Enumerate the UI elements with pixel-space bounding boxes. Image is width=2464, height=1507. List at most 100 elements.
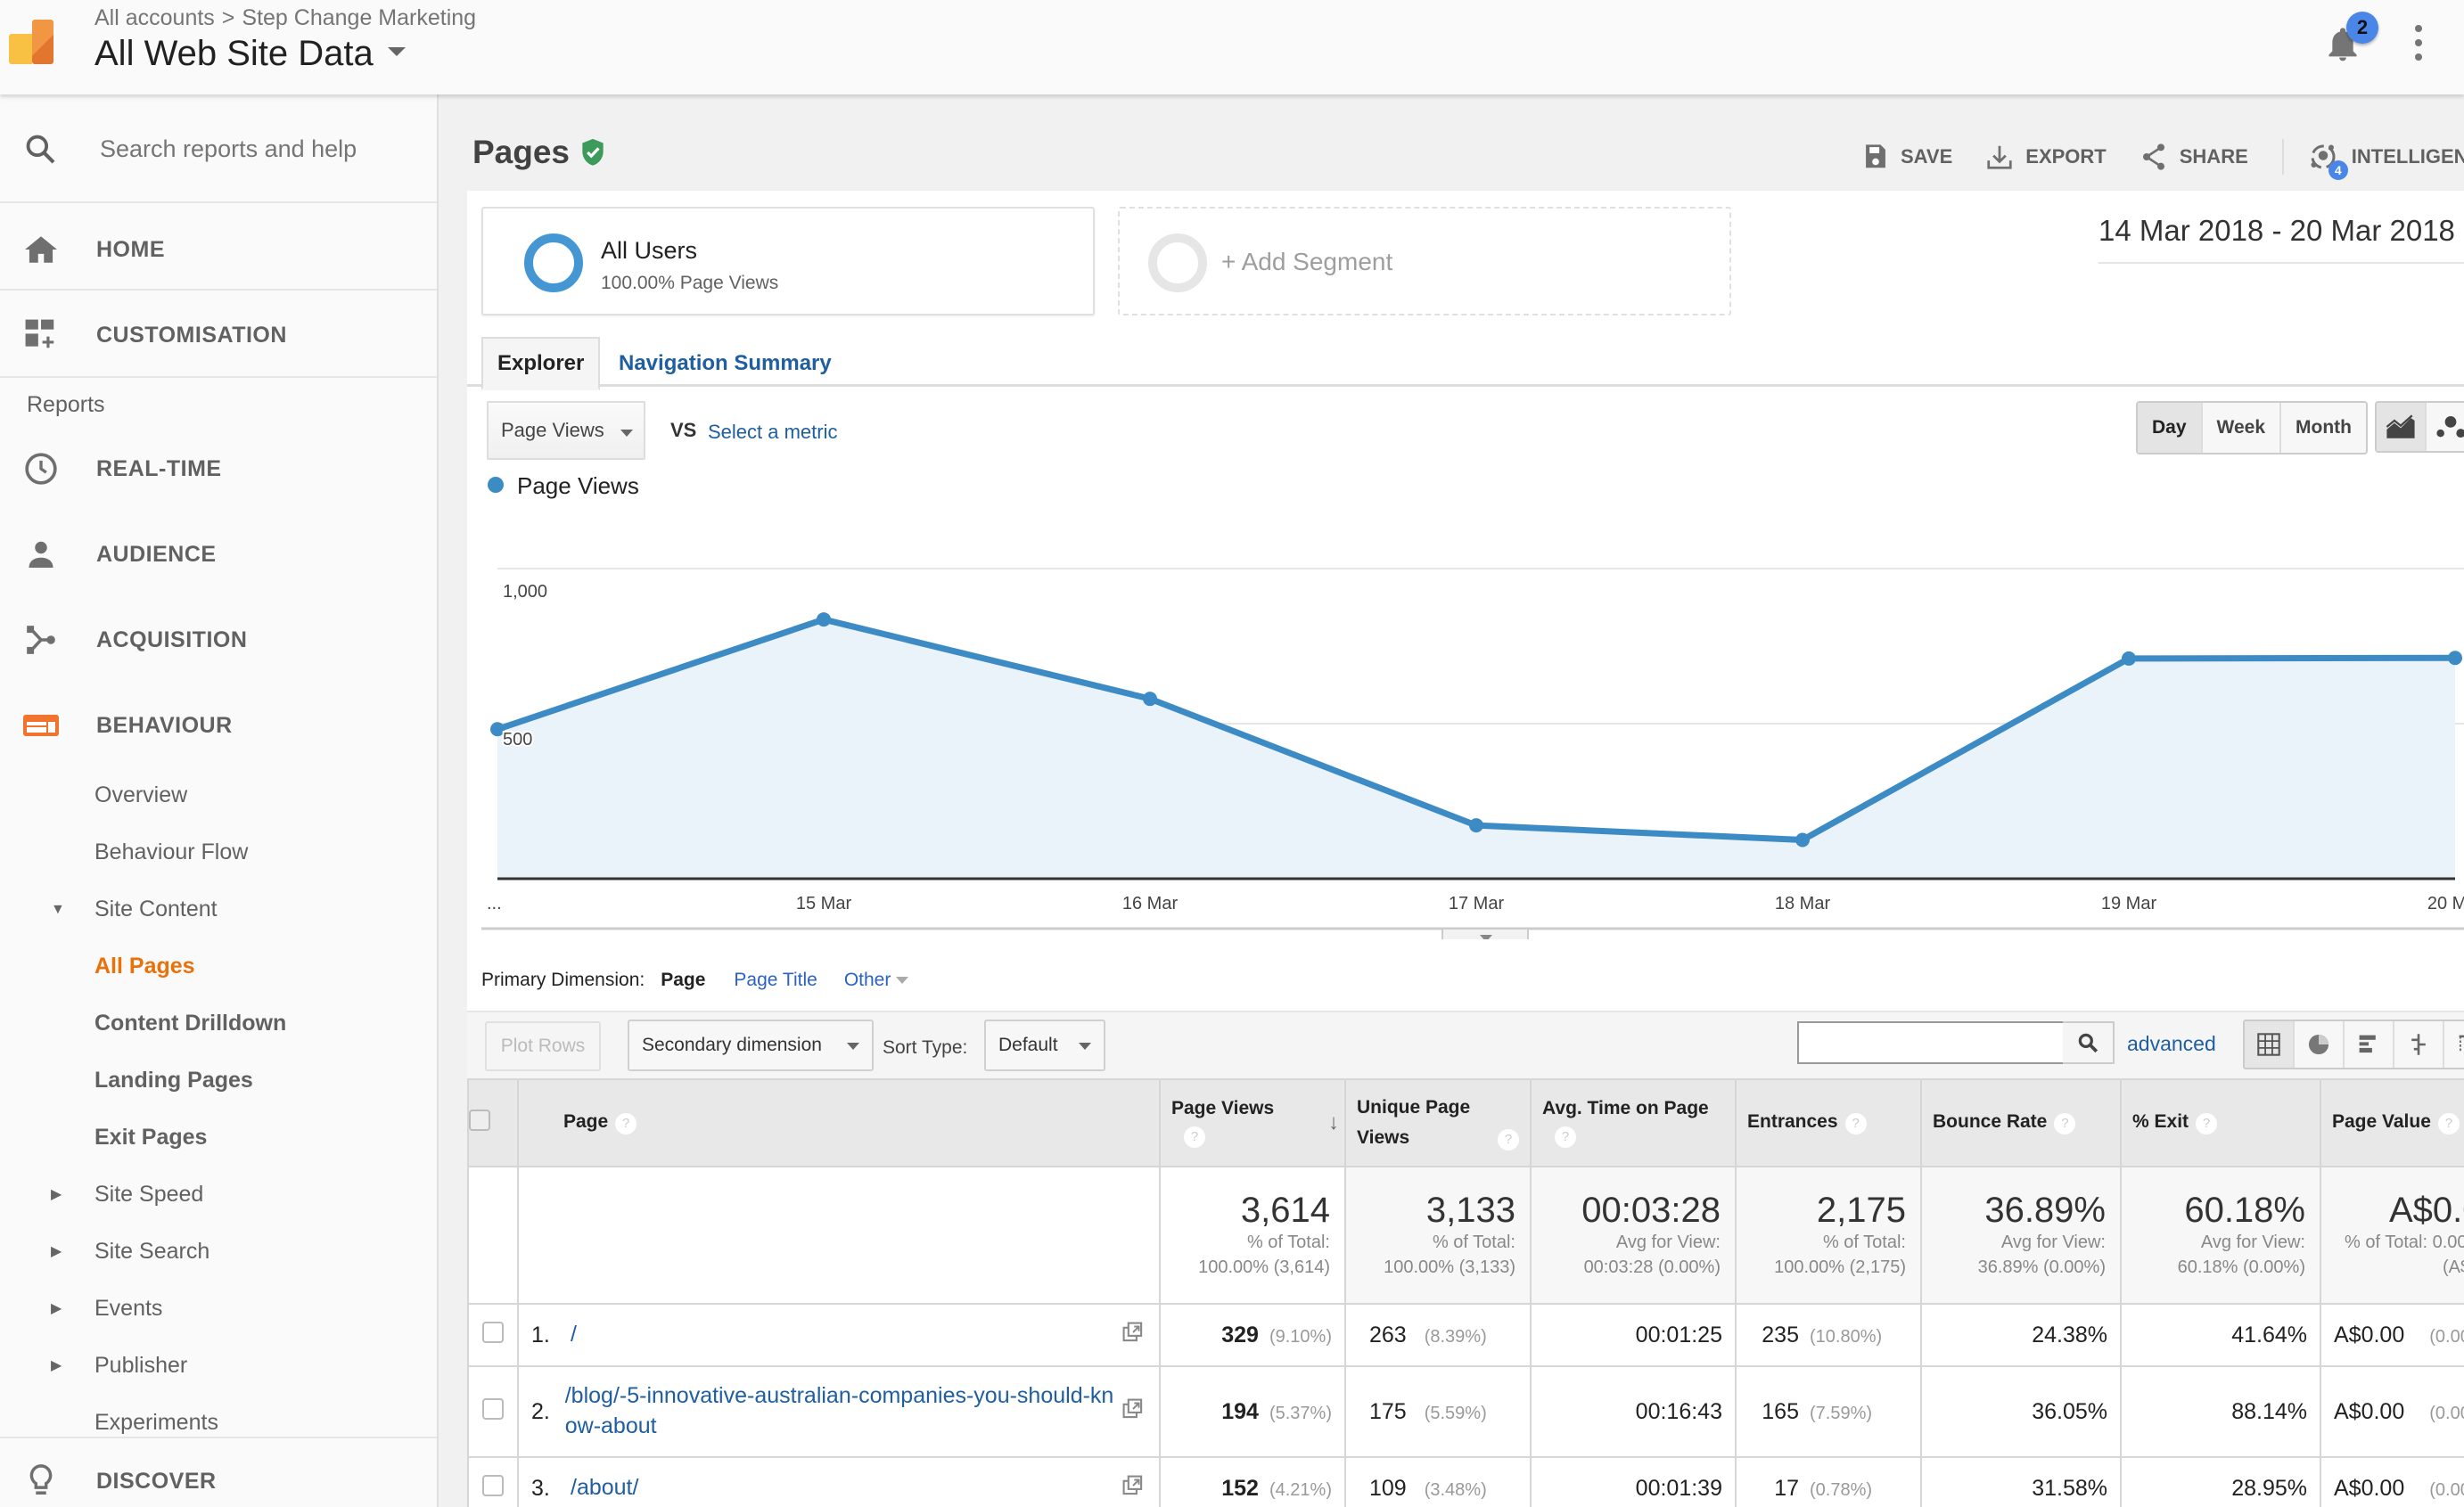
row-checkbox[interactable] bbox=[482, 1321, 504, 1343]
table-search-button[interactable] bbox=[2063, 1021, 2115, 1064]
sort-type-select[interactable]: Default bbox=[984, 1020, 1105, 1071]
table-search-input[interactable] bbox=[1797, 1021, 2084, 1064]
metric-select[interactable]: Page Views bbox=[487, 401, 645, 460]
bounce-rate-cell: 31.58% bbox=[1920, 1456, 2122, 1507]
row-checkbox[interactable] bbox=[482, 1397, 504, 1420]
dimension-page[interactable]: Page bbox=[661, 970, 705, 991]
motion-chart-icon[interactable] bbox=[2427, 403, 2464, 451]
caret-right-icon[interactable]: ▶ bbox=[51, 1185, 62, 1203]
sidebar-item-home[interactable]: HOME bbox=[0, 219, 437, 280]
page-link[interactable]: /blog/-5-innovative-australian-companies… bbox=[565, 1381, 1114, 1442]
page-link[interactable]: / bbox=[571, 1320, 577, 1350]
help-icon[interactable]: ? bbox=[1555, 1126, 1576, 1148]
day-button[interactable]: Day bbox=[2138, 403, 2203, 453]
page-views-value: 329 bbox=[1221, 1322, 1259, 1347]
column-header-bounce-rate[interactable]: Bounce Rate? bbox=[1920, 1078, 2122, 1167]
sidebar-item-overview[interactable]: Overview bbox=[94, 782, 187, 808]
help-icon[interactable]: ? bbox=[615, 1113, 637, 1134]
add-segment-button[interactable]: + Add Segment bbox=[1118, 207, 1731, 315]
plot-rows-button[interactable]: Plot Rows bbox=[485, 1021, 601, 1071]
chart-svg: Page Views 500 1,000... 15 Mar 16 Mar 17 Mar 1… bbox=[481, 476, 2464, 939]
caret-down-icon[interactable]: ▼ bbox=[51, 902, 65, 918]
help-icon[interactable]: ? bbox=[2054, 1113, 2076, 1134]
save-button[interactable]: SAVE bbox=[1863, 143, 1952, 170]
sidebar-item-publisher[interactable]: Publisher bbox=[94, 1353, 187, 1379]
y-tick-label: 500 bbox=[503, 730, 532, 749]
help-icon[interactable]: ? bbox=[1844, 1113, 1867, 1134]
caret-right-icon[interactable]: ▶ bbox=[51, 1242, 62, 1260]
sidebar-item-site-speed[interactable]: Site Speed bbox=[94, 1182, 203, 1208]
performance-view-icon[interactable] bbox=[2345, 1021, 2394, 1068]
export-button[interactable]: EXPORT bbox=[1986, 143, 2107, 170]
sidebar-item-customisation[interactable]: CUSTOMISATION bbox=[0, 305, 437, 365]
data-point-15-mar bbox=[817, 612, 831, 627]
sidebar-item-content-drilldown[interactable]: Content Drilldown bbox=[94, 1011, 286, 1036]
help-icon[interactable]: ? bbox=[2437, 1113, 2460, 1134]
view-selector[interactable]: All Web Site Data bbox=[94, 34, 406, 74]
intelligence-button[interactable]: 4 INTELLIGENCE bbox=[2307, 141, 2464, 180]
sidebar-item-exit-pages[interactable]: Exit Pages bbox=[94, 1125, 207, 1151]
column-header-unique-page-views[interactable]: Unique Page Views? bbox=[1344, 1078, 1532, 1167]
report-content: All Users 100.00% Page Views + Add Segme… bbox=[467, 191, 2464, 1507]
column-header-exit[interactable]: % Exit? bbox=[2120, 1078, 2321, 1167]
column-header-avg-time[interactable]: Avg. Time on Page? bbox=[1530, 1078, 1737, 1167]
bounce-value: 24.38% bbox=[2032, 1322, 2107, 1347]
sidebar-item-events[interactable]: Events bbox=[94, 1296, 162, 1322]
column-header-page-views[interactable]: Page Views? ↓ bbox=[1159, 1078, 1346, 1167]
dimension-page-title[interactable]: Page Title bbox=[734, 970, 817, 991]
column-label: Avg. Time on Page bbox=[1542, 1098, 1709, 1118]
caret-right-icon[interactable]: ▶ bbox=[51, 1356, 62, 1374]
month-button[interactable]: Month bbox=[2281, 403, 2366, 453]
sidebar-item-acquisition[interactable]: ACQUISITION bbox=[0, 610, 437, 670]
advanced-filter-link[interactable]: advanced bbox=[2127, 1032, 2216, 1056]
sidebar-item-realtime[interactable]: REAL-TIME bbox=[0, 438, 437, 499]
page-link[interactable]: /about/ bbox=[571, 1473, 638, 1503]
avg-time-value: 00:01:39 bbox=[1635, 1475, 1722, 1501]
line-chart-icon[interactable] bbox=[2377, 403, 2427, 451]
column-header-page[interactable]: Page? bbox=[517, 1078, 1161, 1167]
help-icon[interactable]: ? bbox=[2196, 1113, 2218, 1134]
help-icon[interactable]: ? bbox=[1184, 1126, 1205, 1148]
pie-view-icon[interactable] bbox=[2295, 1021, 2345, 1068]
open-external-icon[interactable] bbox=[1121, 1321, 1145, 1350]
row-checkbox[interactable] bbox=[482, 1474, 504, 1496]
pivot-view-icon[interactable] bbox=[2444, 1021, 2464, 1068]
segment-all-users[interactable]: All Users 100.00% Page Views bbox=[481, 207, 1095, 315]
open-external-icon[interactable] bbox=[1121, 1397, 1145, 1427]
data-table-view-icon[interactable] bbox=[2245, 1021, 2295, 1068]
tab-explorer[interactable]: Explorer bbox=[481, 337, 601, 390]
unique-page-views-cell: 263 (8.39%) bbox=[1344, 1303, 1532, 1367]
sidebar-item-discover[interactable]: DISCOVER bbox=[0, 1451, 437, 1507]
sidebar-item-all-pages[interactable]: All Pages bbox=[94, 954, 195, 979]
search-input[interactable]: Search reports and help bbox=[100, 135, 357, 163]
breadcrumb-account[interactable]: Step Change Marketing bbox=[242, 5, 476, 30]
secondary-dimension-select[interactable]: Secondary dimension bbox=[628, 1020, 874, 1071]
dimension-other[interactable]: Other bbox=[844, 970, 909, 991]
breadcrumb-all-accounts[interactable]: All accounts bbox=[94, 5, 215, 30]
caret-right-icon[interactable]: ▶ bbox=[51, 1299, 62, 1317]
more-options-icon[interactable] bbox=[2412, 25, 2425, 61]
sidebar-item-audience[interactable]: AUDIENCE bbox=[0, 524, 437, 585]
open-external-icon[interactable] bbox=[1121, 1474, 1145, 1503]
select-all-checkbox[interactable] bbox=[469, 1110, 490, 1131]
column-header-page-value[interactable]: Page Value? bbox=[2320, 1078, 2464, 1167]
sidebar-item-site-search[interactable]: Site Search bbox=[94, 1239, 209, 1265]
comparison-view-icon[interactable] bbox=[2394, 1021, 2444, 1068]
sidebar-item-experiments[interactable]: Experiments bbox=[94, 1410, 218, 1435]
share-button[interactable]: SHARE bbox=[2140, 143, 2248, 171]
week-button[interactable]: Week bbox=[2202, 403, 2282, 453]
column-header-entrances[interactable]: Entrances? bbox=[1735, 1078, 1922, 1167]
sidebar-item-site-content[interactable]: Site Content bbox=[94, 897, 218, 922]
tab-navigation-summary[interactable]: Navigation Summary bbox=[604, 337, 846, 390]
save-label: SAVE bbox=[1901, 145, 1953, 168]
sidebar-search[interactable]: Search reports and help bbox=[0, 94, 437, 203]
sidebar-item-behaviour-flow[interactable]: Behaviour Flow bbox=[94, 839, 248, 865]
sidebar-item-behaviour[interactable]: BEHAVIOUR bbox=[0, 695, 437, 756]
select-metric-link[interactable]: Select a metric bbox=[708, 421, 838, 444]
page-views-pct-value: (5.37%) bbox=[1269, 1403, 1332, 1423]
column-label: Page bbox=[563, 1111, 609, 1132]
analytics-logo-icon[interactable] bbox=[9, 20, 57, 64]
help-icon[interactable]: ? bbox=[1498, 1129, 1519, 1151]
date-range-picker[interactable]: 14 Mar 2018 - 20 Mar 2018 bbox=[2099, 214, 2464, 264]
sidebar-item-landing-pages[interactable]: Landing Pages bbox=[94, 1068, 253, 1093]
